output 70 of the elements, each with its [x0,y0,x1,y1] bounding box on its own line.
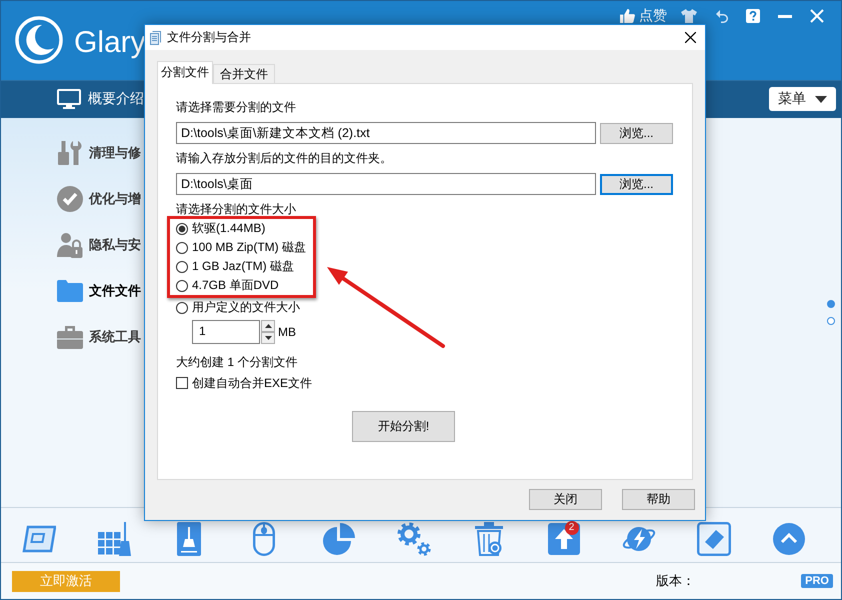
path-field[interactable]: D:\tools\桌面 [176,173,596,195]
tab[interactable]: 合并文件 [213,64,275,83]
radio-label[interactable]: 1 GB Jaz(TM) 磁盘 [192,258,294,275]
minimize-icon[interactable] [778,14,792,18]
screenshot-icon[interactable] [696,522,730,556]
help-button[interactable]: 帮助 [622,489,695,510]
close-button[interactable]: 关闭 [529,489,602,510]
recycle-bin-icon[interactable] [474,522,502,556]
radio-button[interactable] [176,302,188,314]
dialog-title: 文件分割与合并 [167,29,251,46]
spin-down-button[interactable] [261,332,275,344]
estimate-text: 大约创建 1 个分割文件 [176,354,298,370]
help-icon[interactable] [746,9,760,23]
sidebar-item[interactable]: 清理与修 [57,130,141,176]
radio-label[interactable]: 4.7GB 单面DVD [192,277,279,294]
user-lock-icon [57,232,83,258]
toolbox-icon [57,326,83,348]
folder-icon [57,280,83,302]
field-label: 请输入存放分割后的文件的目的文件夹。 [176,150,392,166]
radio-button[interactable] [176,280,188,292]
path-field[interactable]: D:\tools\桌面\新建文本文档 (2).txt [176,122,596,144]
screen-icon[interactable] [22,525,56,553]
brush-and-wrench-icon [57,140,83,166]
checkbox-label[interactable]: 创建自动合并EXE文件 [192,374,312,392]
sidebar-item[interactable]: 隐私与安 [57,222,141,268]
radio-button[interactable] [176,242,188,254]
radio-label[interactable]: 软驱(1.44MB) [192,220,266,237]
version-label: 版本： [656,572,696,590]
page-dot[interactable] [827,300,835,308]
check-circle-icon [57,186,83,212]
gears-icon[interactable] [396,522,430,556]
pie-chart-icon[interactable] [322,522,356,556]
radio-button[interactable] [176,222,188,234]
start-split-button[interactable]: 开始分割! [352,411,455,442]
undo-icon[interactable] [714,9,728,23]
checkbox[interactable] [176,377,188,389]
caret-down-icon [264,336,272,340]
grid-broom-icon[interactable] [96,522,130,556]
unit-label: MB [278,325,296,339]
document-icon [150,30,161,44]
radio-label[interactable]: 100 MB Zip(TM) 磁盘 [192,239,306,256]
up-arrow-circle-icon[interactable] [772,523,804,555]
planet-icon[interactable] [620,524,656,554]
section-label: 请选择分割的文件大小 [176,201,296,217]
menu-button[interactable]: 菜单 [769,87,836,111]
edition-badge: PRO [801,574,833,588]
overview-tab[interactable]: 概要介绍 [57,84,144,114]
number-field[interactable]: 1 [192,320,260,344]
browse-button[interactable]: 浏览... [600,122,673,144]
app-title: Glary [74,25,146,61]
browse-button[interactable]: 浏览... [600,174,673,194]
mouse-icon[interactable] [252,522,274,556]
caret-down-icon [815,96,827,102]
radio-button[interactable] [176,260,188,272]
sidebar-item[interactable]: 文件文件 [57,268,141,314]
monitor-icon [57,89,81,109]
spin-up-button[interactable] [261,320,275,332]
field-label: 请选择需要分割的文件 [176,99,296,115]
logo-icon [15,16,63,64]
caret-up-icon [264,324,272,328]
like-button[interactable]: 点赞 [620,7,667,25]
shirt-icon[interactable] [681,9,697,23]
thumbs-up-icon [620,9,635,23]
drive-broom-icon[interactable] [176,522,200,556]
radio-label[interactable]: 用户定义的文件大小 [192,299,300,316]
tab[interactable]: 分割文件 [157,61,213,84]
sidebar-item[interactable]: 优化与增 [57,176,141,222]
close-icon[interactable] [684,32,696,43]
page-dot[interactable] [827,317,835,325]
sidebar-item[interactable]: 系统工具 [57,314,141,360]
